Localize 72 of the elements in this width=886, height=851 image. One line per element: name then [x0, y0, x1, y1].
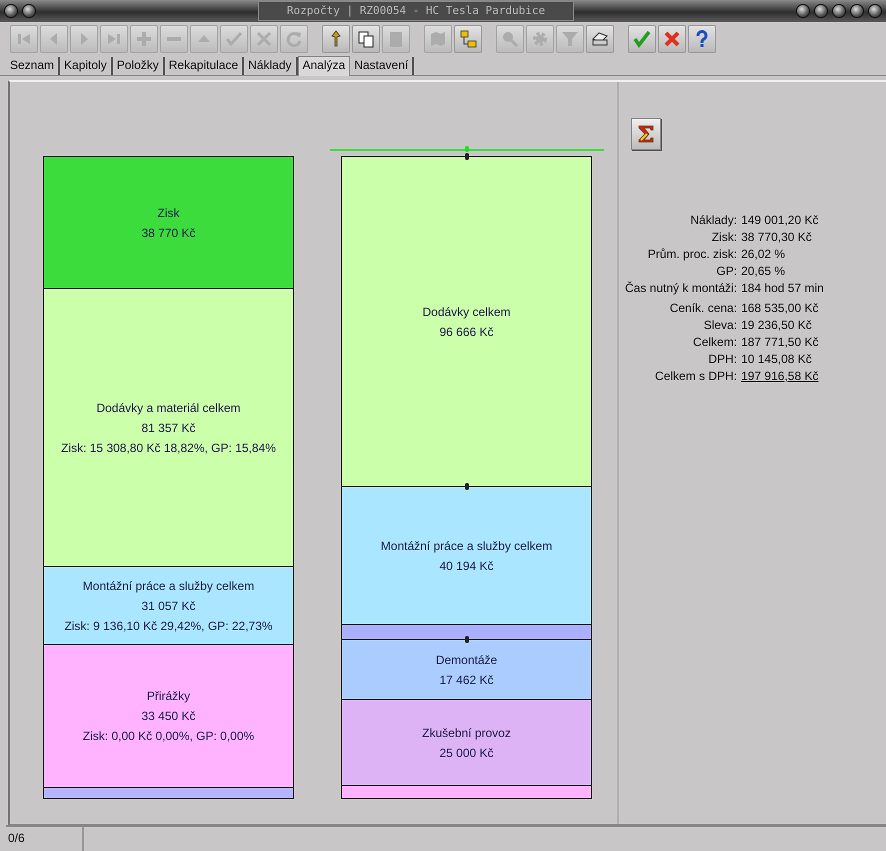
stat-value: 20,65 % [741, 263, 786, 280]
stat-value: 197 916,58 Kč [741, 368, 820, 385]
window-button[interactable] [22, 4, 36, 18]
segment-label: Přirážky [146, 688, 190, 705]
segment-label: Zisk: 15 308,80 Kč 18,82%, GP: 15,84% [61, 440, 276, 456]
tree-icon [458, 29, 478, 49]
segment-label: Demontáže [436, 652, 498, 668]
segment-label: Zkušební provoz [422, 724, 511, 742]
segment-label: Zisk: 0,00 Kč 0,00%, GP: 0,00% [82, 728, 254, 745]
checkmark-icon [632, 29, 652, 49]
segment-label: 96 666 Kč [439, 324, 494, 340]
segment-label: Zisk [158, 204, 180, 222]
plus-icon [134, 29, 154, 49]
sum-button[interactable] [631, 118, 661, 150]
window-button[interactable] [814, 4, 828, 18]
toolbar-button[interactable] [454, 25, 482, 53]
map-icon [428, 29, 448, 49]
segment-label: 40 194 Kč [439, 558, 494, 574]
window-title: Rozpočty | RZ00054 - HC Tesla Pardubice [258, 0, 574, 22]
stat-value: 26,02 % [741, 246, 786, 263]
segment-label: Montážní práce a služby celkem [380, 538, 552, 554]
segment-label: 33 450 Kč [141, 708, 196, 725]
stat-label: Sleva: [702, 317, 738, 334]
stat-label: DPH: [707, 351, 738, 368]
stat-label: Celkem s DPH: [654, 368, 738, 385]
stat-value: 184 hod 57 min [741, 280, 824, 297]
window-button[interactable] [796, 4, 810, 18]
tab[interactable]: Nastavení [350, 57, 414, 75]
segment-label: 17 462 Kč [439, 672, 494, 688]
window-button[interactable] [850, 4, 864, 18]
stat-label: Zisk: [710, 229, 738, 246]
segment-label: Dodávky celkem [422, 304, 511, 320]
toolbar-button[interactable] [322, 25, 350, 53]
segment-label: 31 057 Kč [141, 598, 196, 614]
copy-icon [356, 29, 376, 49]
tab[interactable]: Rekapitulace [164, 57, 244, 75]
search-icon [500, 29, 520, 49]
stat-label: Celkem: [692, 334, 738, 351]
toolbar-button[interactable] [586, 25, 614, 53]
stat-label: Ceník. cena: [668, 300, 738, 317]
stat-value: 10 145,08 Kč [741, 351, 813, 368]
stat-value: 187 771,50 Kč [741, 334, 820, 351]
segment-label: Zisk: 9 136,10 Kč 29,42%, GP: 22,73% [64, 618, 273, 634]
segment-label: 38 770 Kč [141, 224, 196, 242]
segment-label: 25 000 Kč [439, 744, 494, 762]
stat-label: Náklady: [689, 212, 738, 229]
stat-value: 19 236,50 Kč [741, 317, 813, 334]
close-icon [662, 29, 682, 49]
record-position: 0/6 [6, 827, 84, 851]
stat-label: Čas nutný k montáži: [625, 280, 738, 297]
stat-label: Prům. proc. zisk: [646, 246, 738, 263]
window-button[interactable] [832, 4, 846, 18]
segment-label: 81 357 Kč [141, 420, 196, 436]
tab[interactable]: Položky [112, 57, 165, 75]
window-button[interactable] [4, 4, 18, 18]
checkmark-icon [224, 29, 244, 49]
segment-label: Dodávky a materiál celkem [96, 400, 241, 416]
stat-value: 168 535,00 Kč [741, 300, 820, 317]
cross-icon [254, 29, 274, 49]
refresh-icon [284, 29, 304, 49]
stat-value: 149 001,20 Kč [741, 212, 820, 229]
sigma-icon [637, 124, 655, 144]
toolbar-button[interactable] [352, 25, 380, 53]
tab[interactable]: Seznam [6, 57, 60, 75]
tab[interactable]: Kapitoly [60, 57, 113, 75]
window-button[interactable] [868, 4, 882, 18]
segment-label: Montážní práce a služby celkem [82, 578, 254, 594]
filter-icon [560, 29, 580, 49]
stat-value: 38 770,30 Kč [741, 229, 813, 246]
gear-icon [530, 29, 550, 49]
stat-label: GP: [715, 263, 738, 280]
tab[interactable]: Analýza [298, 56, 350, 76]
